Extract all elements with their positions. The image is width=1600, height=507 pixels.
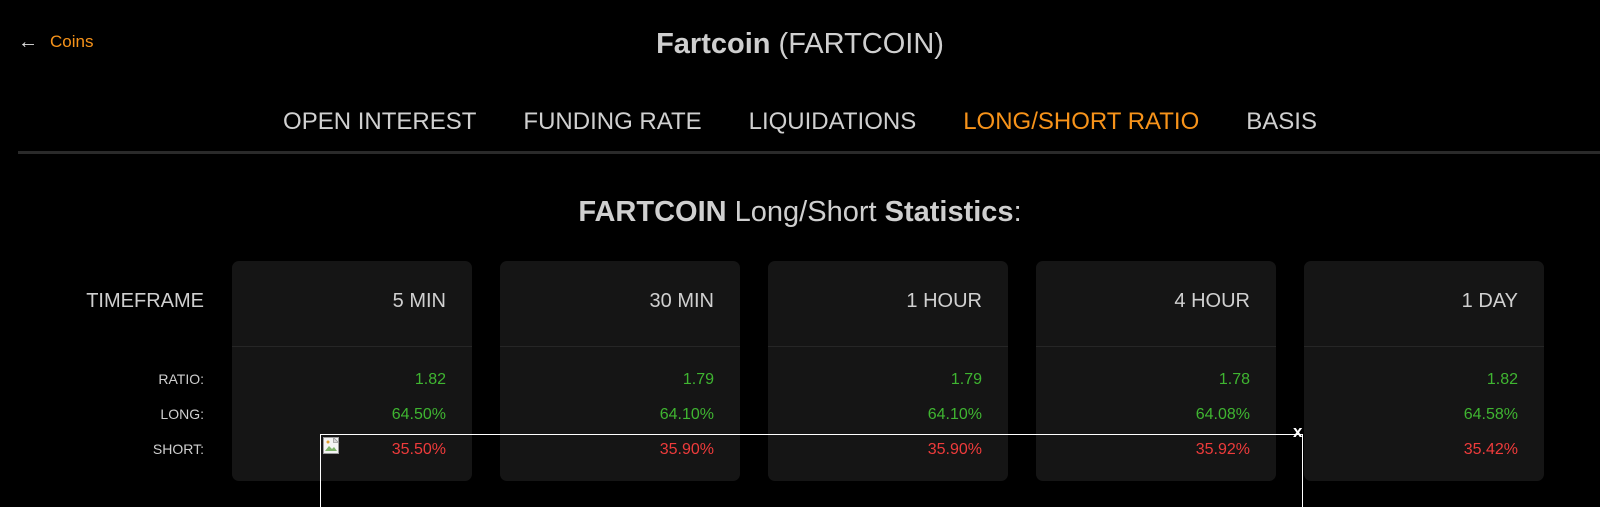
card-divider [768,346,1008,347]
card-divider [1036,346,1276,347]
coin-symbol: (FARTCOIN) [778,28,944,60]
tab-bar: OPEN INTEREST FUNDING RATE LIQUIDATIONS … [0,108,1600,136]
timeframe-header: 4 HOUR [1174,290,1250,312]
ratio-row-label: RATIO: [158,371,204,387]
tab-long-short-ratio[interactable]: LONG/SHORT RATIO [963,108,1199,136]
ratio-value: 1.79 [682,371,714,388]
stats-title-bold: Statistics [884,196,1014,228]
short-value: 35.42% [1463,441,1518,458]
timeframe-header: 1 DAY [1461,290,1518,312]
long-value: 64.10% [927,406,982,423]
long-value: 64.50% [391,406,446,423]
long-value: 64.58% [1463,406,1518,423]
timeframe-card-1day: 1 DAY 1.82 64.58% 35.42% [1304,261,1544,481]
ratio-value: 1.78 [1218,371,1250,388]
stats-title-symbol: FARTCOIN [578,196,727,228]
tab-funding-rate[interactable]: FUNDING RATE [523,108,701,136]
stats-title-middle: Long/Short [734,196,877,228]
tab-open-interest[interactable]: OPEN INTEREST [283,108,476,136]
timeframe-header: 5 MIN [392,290,446,312]
close-overlay-button[interactable]: x [1293,422,1302,442]
card-divider [500,346,740,347]
page: ← Coins Fartcoin (FARTCOIN) OPEN INTERES… [0,0,1600,507]
card-divider [232,346,472,347]
ad-overlay-frame [320,434,1303,507]
short-row-label: SHORT: [152,441,204,457]
long-row-label: LONG: [160,406,204,422]
ratio-value: 1.82 [414,371,446,388]
coin-name: Fartcoin [656,28,771,60]
page-title: Fartcoin (FARTCOIN) [0,28,1600,61]
ratio-value: 1.82 [1486,371,1518,388]
long-value: 64.08% [1195,406,1250,423]
timeframe-header: 30 MIN [649,290,714,312]
stats-title: FARTCOIN Long/Short Statistics: [0,196,1600,229]
tab-liquidations[interactable]: LIQUIDATIONS [749,108,917,136]
timeframe-row-label: TIMEFRAME [86,290,204,312]
ratio-value: 1.79 [950,371,982,388]
broken-image-icon [323,437,340,454]
tab-divider [18,151,1600,154]
long-value: 64.10% [659,406,714,423]
timeframe-header: 1 HOUR [906,290,982,312]
stats-title-suffix: : [1013,196,1022,228]
card-divider [1304,346,1544,347]
tab-basis[interactable]: BASIS [1246,108,1317,136]
